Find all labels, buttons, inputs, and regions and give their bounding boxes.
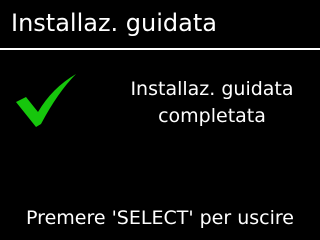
completion-message-line2: completata: [158, 105, 266, 127]
checkmark-shape: [16, 74, 76, 127]
completion-message: Installaz. guidata completata: [110, 76, 314, 130]
completion-message-line1: Installaz. guidata: [130, 78, 294, 100]
screen-title: Installaz. guidata: [11, 9, 217, 37]
display-screen: Installaz. guidata Installaz. guidata co…: [0, 0, 320, 240]
exit-hint: Premere 'SELECT' per uscire: [26, 207, 294, 229]
screen-header: Installaz. guidata: [0, 0, 320, 50]
header-divider: [0, 48, 320, 50]
checkmark-icon: [16, 74, 76, 127]
